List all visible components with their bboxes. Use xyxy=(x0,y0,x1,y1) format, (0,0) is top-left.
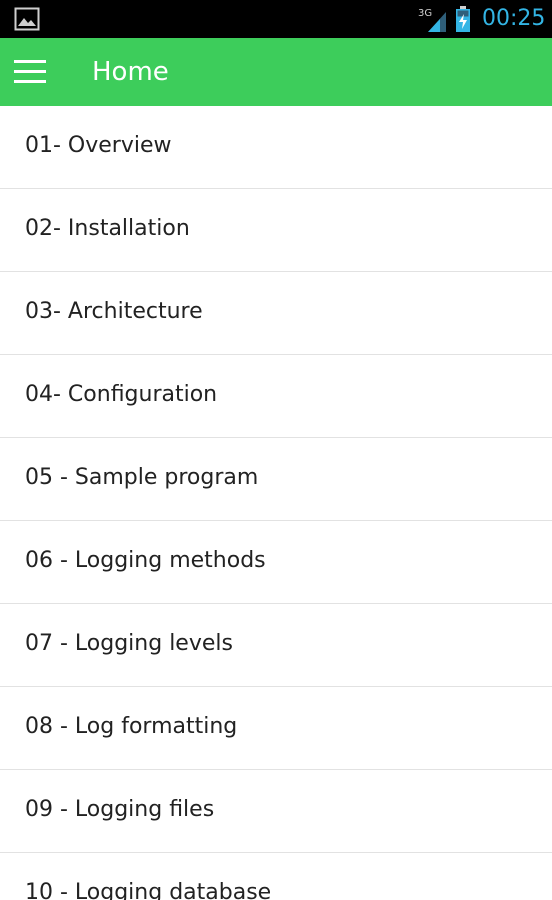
list-item-label: 03- Architecture xyxy=(25,299,203,324)
list-item-label: 04- Configuration xyxy=(25,382,218,407)
list-item-logging-levels[interactable]: 07 - Logging levels xyxy=(0,604,552,687)
signal-icon: 3G xyxy=(418,8,446,32)
topic-list: 01- Overview 02- Installation 03- Archit… xyxy=(0,106,552,900)
list-item-logging-methods[interactable]: 06 - Logging methods xyxy=(0,521,552,604)
list-item-log-formatting[interactable]: 08 - Log formatting xyxy=(0,687,552,770)
gallery-icon xyxy=(14,7,40,31)
list-item-logging-files[interactable]: 09 - Logging files xyxy=(0,770,552,853)
list-item-configuration[interactable]: 04- Configuration xyxy=(0,355,552,438)
status-clock: 00:25 xyxy=(482,6,546,31)
list-item-architecture[interactable]: 03- Architecture xyxy=(0,272,552,355)
list-item-label: 01- Overview xyxy=(25,133,172,158)
hamburger-menu-icon[interactable] xyxy=(14,59,48,85)
list-item-label: 05 - Sample program xyxy=(25,465,259,490)
list-item-logging-database[interactable]: 10 - Logging database xyxy=(0,853,552,900)
list-item-label: 08 - Log formatting xyxy=(25,714,238,739)
list-item-label: 06 - Logging methods xyxy=(25,548,266,573)
list-item-label: 02- Installation xyxy=(25,216,190,241)
list-item-overview[interactable]: 01- Overview xyxy=(0,106,552,189)
list-item-label: 07 - Logging levels xyxy=(25,631,233,656)
app-bar: Home xyxy=(0,38,552,106)
list-item-label: 10 - Logging database xyxy=(25,880,272,900)
network-type-label: 3G xyxy=(418,8,432,19)
status-bar: 3G 00:25 xyxy=(0,0,552,38)
page-title: Home xyxy=(92,57,169,87)
list-item-sample-program[interactable]: 05 - Sample program xyxy=(0,438,552,521)
list-item-installation[interactable]: 02- Installation xyxy=(0,189,552,272)
battery-charging-icon xyxy=(456,6,470,32)
list-item-label: 09 - Logging files xyxy=(25,797,215,822)
